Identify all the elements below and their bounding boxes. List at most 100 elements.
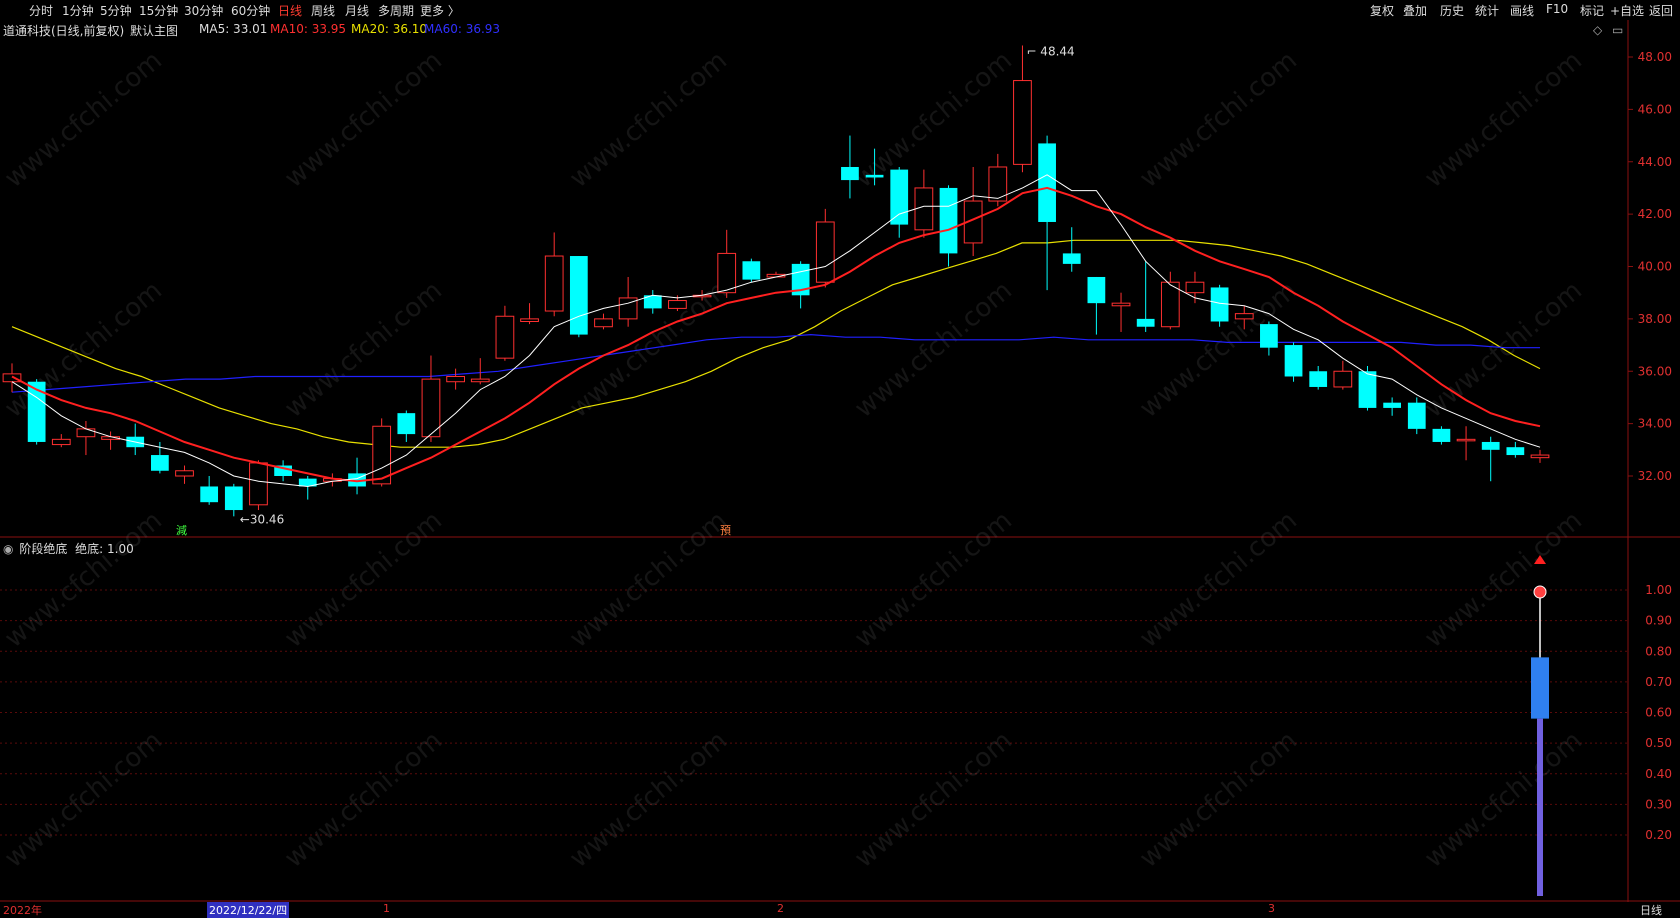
signal-marker: 減 <box>176 523 187 537</box>
month-label: 1 <box>383 902 390 915</box>
watermark: www.cfchi.com <box>849 506 1018 654</box>
candle-body <box>1333 370 1353 388</box>
collapse-icon[interactable]: ◉ <box>3 542 13 556</box>
ma20-line <box>11 239 1541 448</box>
candle-body <box>742 261 761 280</box>
candle-body <box>1013 80 1032 165</box>
watermark: www.cfchi.com <box>564 506 733 654</box>
watermark: www.cfchi.com <box>0 46 168 194</box>
price-axis-label: 48.00 <box>1638 50 1672 64</box>
indicator-value: 绝底: 1.00 <box>75 542 134 556</box>
watermark: www.cfchi.com <box>1419 46 1588 194</box>
candle-body <box>569 256 588 335</box>
candle-body <box>1038 143 1056 222</box>
kline-chart[interactable]: 48.00 46.00 44.00 42.00 40.00 38.00 36.00 34.00… <box>0 0 1680 916</box>
indicator-axis-label: 1.00 <box>1645 583 1672 597</box>
candle-body <box>520 318 539 322</box>
watermark: www.cfchi.com <box>279 46 448 194</box>
candle-body <box>446 375 465 383</box>
candle-body <box>470 378 490 383</box>
candle-body <box>1481 441 1500 450</box>
indicator-dot <box>1533 585 1547 599</box>
candle-body <box>150 455 169 471</box>
candle-body <box>544 255 564 312</box>
candle-body <box>51 438 71 446</box>
candle-body <box>1530 454 1550 459</box>
candle-body <box>397 413 416 435</box>
candle-body <box>495 315 515 359</box>
watermark: www.cfchi.com <box>1419 726 1588 874</box>
watermark: www.cfchi.com <box>849 276 1018 424</box>
indicator-axis-label: 0.40 <box>1645 767 1672 781</box>
indicator-title: ◉ 阶段绝底 绝底: 1.00 <box>3 540 134 557</box>
candle-body <box>1407 402 1426 429</box>
indicator-name: 阶段绝底 <box>19 542 68 556</box>
indicator-base-bar <box>1537 718 1543 896</box>
candle-body <box>421 378 441 438</box>
price-axis-label: 34.00 <box>1638 417 1672 431</box>
watermark: www.cfchi.com <box>279 506 448 654</box>
indicator-axis-label: 0.60 <box>1645 706 1672 720</box>
watermark: www.cfchi.com <box>279 726 448 874</box>
window-icon: ▭ <box>1612 23 1623 37</box>
price-axis-label: 36.00 <box>1638 364 1672 378</box>
price-axis-label: 32.00 <box>1638 469 1672 483</box>
candle-body <box>27 381 46 442</box>
candle-body <box>1456 438 1476 442</box>
signal-marker: 預 <box>720 524 731 537</box>
candle-body <box>1432 428 1451 442</box>
month-label: 2 <box>777 902 784 915</box>
candle-body <box>594 318 613 328</box>
watermark: www.cfchi.com <box>564 726 733 874</box>
indicator-axis-label: 0.20 <box>1645 828 1672 842</box>
ma10-line <box>11 186 1541 483</box>
month-label: 3 <box>1268 902 1275 915</box>
watermark: www.cfchi.com <box>1134 506 1303 654</box>
price-axis-label: 44.00 <box>1638 155 1672 169</box>
watermark: www.cfchi.com <box>0 276 168 424</box>
candle-body <box>200 486 219 503</box>
price-axis-label: 40.00 <box>1638 260 1672 274</box>
candle-body <box>249 462 268 506</box>
candle-body <box>224 486 243 511</box>
candle-body <box>865 174 884 178</box>
diamond-icon: ◇ <box>1593 23 1603 37</box>
indicator-bar <box>1531 657 1549 719</box>
candle-body <box>1062 253 1081 264</box>
candle-body <box>1383 402 1402 408</box>
candle-body <box>76 428 96 438</box>
price-axis-label: 42.00 <box>1638 207 1672 221</box>
indicator-axis-label: 0.90 <box>1645 614 1672 628</box>
price-axis-label: 46.00 <box>1638 102 1672 116</box>
candle-body <box>939 187 958 254</box>
watermark: www.cfchi.com <box>849 726 1018 874</box>
indicator-axis-label: 0.70 <box>1645 675 1672 689</box>
indicator-axis-label: 0.30 <box>1645 797 1672 811</box>
candle-body <box>890 169 909 225</box>
price-axis-label: 38.00 <box>1638 312 1672 326</box>
ma5-line <box>11 174 1541 488</box>
low-price-annotation: ←30.46 <box>240 512 284 526</box>
candle-body <box>175 470 194 477</box>
candle-body <box>1260 324 1278 348</box>
indicator-axis-label: 0.80 <box>1645 644 1672 658</box>
indicator-axis-label: 0.50 <box>1645 736 1672 750</box>
candle-body <box>1284 345 1303 377</box>
high-price-annotation: ⌐ 48.44 <box>1026 44 1074 58</box>
candle-body <box>1111 302 1131 307</box>
candle-body <box>1087 276 1106 304</box>
candle-body <box>841 166 859 181</box>
watermark: www.cfchi.com <box>564 46 733 194</box>
candle-body <box>815 221 835 283</box>
date-axis: 2022年 2022/12/22/四 1 2 3 日线 <box>0 902 1680 918</box>
candle-body <box>1185 281 1205 294</box>
watermark: www.cfchi.com <box>1134 46 1303 194</box>
candle-body <box>1210 287 1229 322</box>
candle-body <box>1358 371 1377 408</box>
candle-body <box>1309 371 1328 387</box>
candle-body <box>717 252 737 294</box>
watermark: www.cfchi.com <box>0 726 168 874</box>
candle-body <box>1136 318 1155 327</box>
watermark: www.cfchi.com <box>1419 506 1588 654</box>
candle-body <box>914 187 934 231</box>
